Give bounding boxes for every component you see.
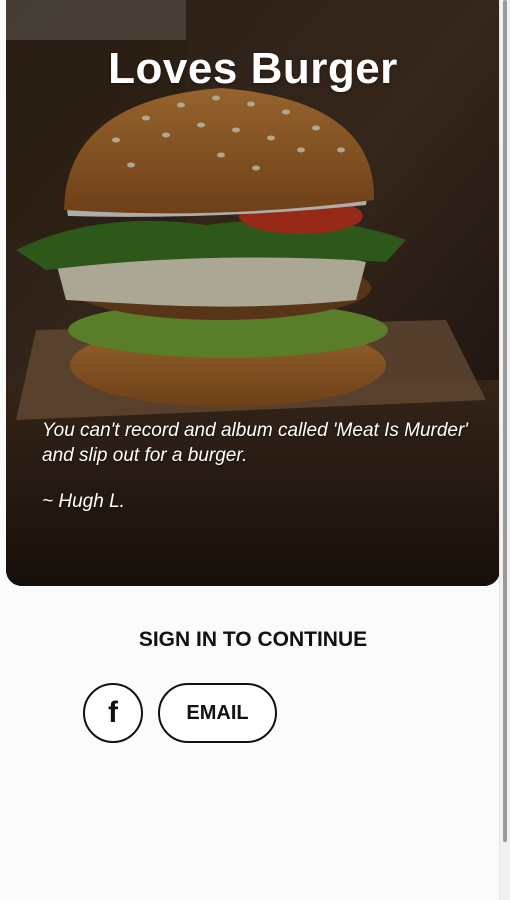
- hero-banner: Loves Burger You can't record and album …: [6, 0, 500, 586]
- email-login-button[interactable]: EMAIL: [158, 683, 277, 743]
- app-title: Loves Burger: [108, 44, 398, 93]
- scrollbar-thumb[interactable]: [503, 0, 507, 842]
- quote-text: You can't record and album called 'Meat …: [42, 420, 468, 466]
- signin-heading: SIGN IN TO CONTINUE: [138, 628, 368, 651]
- facebook-login-button[interactable]: f: [83, 683, 143, 743]
- login-screen: Loves Burger You can't record and album …: [0, 0, 510, 900]
- quote-author: ~ Hugh L.: [42, 491, 125, 512]
- scrollbar-track[interactable]: [499, 0, 510, 900]
- facebook-icon: f: [108, 696, 118, 729]
